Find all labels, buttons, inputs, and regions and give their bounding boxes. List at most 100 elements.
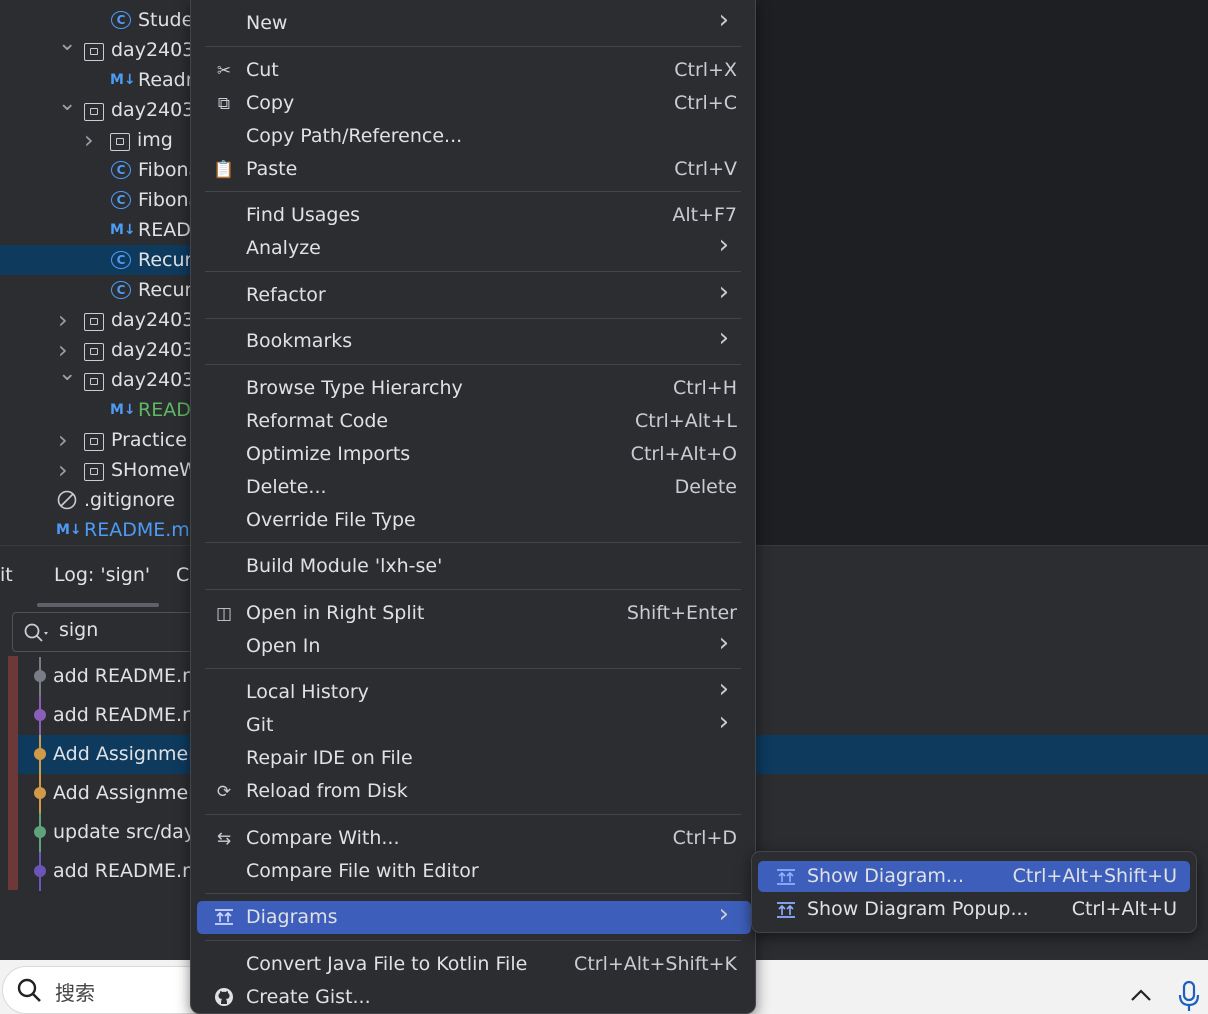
menu-separator — [205, 191, 741, 192]
menu-item-show-diagram[interactable]: Show Diagram... Ctrl+Alt+Shift+U — [758, 861, 1190, 892]
menu-item-optimize-imports[interactable]: Optimize Imports Ctrl+Alt+O — [197, 438, 751, 471]
tree-item[interactable]: M↓ READ — [0, 395, 200, 425]
menu-item-shortcut: Shift+Enter — [626, 602, 737, 624]
tree-item[interactable]: C Recur — [0, 245, 200, 275]
menu-item-diagrams[interactable]: Diagrams › — [197, 899, 751, 934]
commit-message: add README.m — [53, 860, 201, 882]
menu-item-label: Copy — [246, 92, 295, 114]
chevron-right-icon[interactable]: › — [58, 305, 72, 335]
menu-item-cut[interactable]: ✂ Cut Ctrl+X — [197, 54, 751, 87]
tree-item[interactable]: › day2403 — [0, 305, 200, 335]
menu-item-label: Diagrams — [246, 906, 338, 928]
tree-item[interactable]: M↓ Readr — [0, 65, 200, 95]
menu-item-reformat-code[interactable]: Reformat Code Ctrl+Alt+L — [197, 405, 751, 438]
menu-item-reload-from-disk[interactable]: ⟳ Reload from Disk — [197, 775, 751, 808]
menu-item-local-history[interactable]: Local History › — [197, 674, 751, 709]
menu-separator — [205, 893, 741, 894]
compare-icon: ⇆ — [216, 829, 232, 849]
submenu-item-shortcut: Ctrl+Alt+Shift+U — [1012, 865, 1177, 887]
folder-icon — [84, 103, 104, 121]
menu-item-build-module-lxh-se[interactable]: Build Module 'lxh-se' — [197, 550, 751, 583]
menu-item-open-in[interactable]: Open In › — [197, 628, 751, 663]
tab-git[interactable]: it — [0, 564, 13, 586]
menu-item-browse-type-hierarchy[interactable]: Browse Type Hierarchy Ctrl+H — [197, 372, 751, 405]
tree-item[interactable]: C Fibona — [0, 185, 200, 215]
menu-item-bookmarks[interactable]: Bookmarks › — [197, 323, 751, 358]
menu-item-shortcut: Ctrl+D — [672, 827, 737, 849]
chevron-right-icon[interactable]: › — [58, 455, 72, 485]
menu-item-label: Convert Java File to Kotlin File — [246, 953, 528, 975]
menu-item-shortcut: Ctrl+V — [674, 158, 737, 180]
copy-icon: ⧉ — [217, 94, 231, 114]
tab-log-sign[interactable]: Log: 'sign' — [54, 564, 150, 586]
reload-icon: ⟳ — [216, 782, 232, 802]
menu-item-override-file-type[interactable]: Override File Type — [197, 504, 751, 537]
chevron-right-icon[interactable]: › — [84, 125, 98, 155]
menu-item-git[interactable]: Git › — [197, 707, 751, 742]
diagram-icon — [776, 866, 798, 888]
commit-message: Add Assignmer — [53, 782, 197, 804]
menu-item-open-in-right-split[interactable]: ◫ Open in Right Split Shift+Enter — [197, 597, 751, 630]
tree-item[interactable]: C Recur — [0, 275, 200, 305]
menu-item-show-diagram-popup[interactable]: Show Diagram Popup... Ctrl+Alt+U — [758, 894, 1190, 925]
menu-item-shortcut: Ctrl+H — [672, 377, 737, 399]
menu-item-compare-file-with-editor[interactable]: Compare File with Editor — [197, 855, 751, 888]
tree-item[interactable]: ⌄ day2403 — [0, 31, 200, 65]
commit-message: add README.m — [53, 704, 201, 726]
log-search-field[interactable]: sign — [12, 612, 202, 652]
menu-item-label: Optimize Imports — [246, 443, 411, 465]
chevron-down-icon[interactable]: ⌄ — [58, 89, 76, 119]
menu-item-shortcut: Ctrl+Alt+Shift+K — [574, 953, 737, 975]
menu-item-shortcut: Ctrl+Alt+O — [630, 443, 737, 465]
tree-item[interactable]: › Practice — [0, 425, 200, 455]
menu-item-convert-java-file-to-kotlin-file[interactable]: Convert Java File to Kotlin File Ctrl+Alt… — [197, 948, 751, 981]
commit-message: update src/day — [53, 821, 196, 843]
submenu-item-shortcut: Ctrl+Alt+U — [1071, 898, 1177, 920]
menu-item-refactor[interactable]: Refactor › — [197, 277, 751, 312]
tree-item[interactable]: M↓ READ — [0, 215, 200, 245]
microphone-icon[interactable] — [1178, 980, 1200, 1012]
chevron-down-icon[interactable]: ⌄ — [58, 359, 76, 389]
tree-item[interactable]: › day2403 — [0, 335, 200, 365]
tree-item-label: img — [137, 129, 173, 151]
menu-item-copy[interactable]: ⧉ Copy Ctrl+C — [197, 87, 751, 120]
tab-c[interactable]: C — [176, 564, 189, 586]
menu-item-compare-with[interactable]: ⇆ Compare With... Ctrl+D — [197, 822, 751, 855]
menu-item-find-usages[interactable]: Find Usages Alt+F7 — [197, 199, 751, 232]
ignore-file-icon — [57, 489, 77, 510]
menu-item-create-gist[interactable]: Create Gist... — [197, 981, 751, 1014]
menu-item-analyze[interactable]: Analyze › — [197, 230, 751, 265]
chevron-down-icon[interactable]: ⌄ — [58, 29, 76, 59]
tree-item-label: SHomeW — [111, 459, 198, 481]
tree-item[interactable]: .gitignore — [0, 485, 200, 515]
markdown-icon: M↓ — [110, 72, 136, 88]
tree-item[interactable]: › img — [0, 125, 200, 155]
tree-item[interactable]: C Stude — [0, 5, 200, 35]
menu-item-new[interactable]: New › — [197, 5, 751, 40]
menu-item-label: Open in Right Split — [246, 602, 425, 624]
chevron-right-icon[interactable]: › — [58, 425, 72, 455]
submenu-item-label: Show Diagram... — [807, 865, 965, 887]
commit-dot-icon — [34, 748, 46, 760]
tree-item-label: day2403 — [111, 309, 195, 331]
menu-item-paste[interactable]: 📋 Paste Ctrl+V — [197, 153, 751, 186]
tree-item[interactable]: M↓ README.md — [0, 515, 200, 545]
menu-item-delete[interactable]: Delete... Delete — [197, 471, 751, 504]
menu-item-label: Compare With... — [246, 827, 400, 849]
folder-icon — [84, 343, 104, 361]
tree-item[interactable]: ⌄ day2403 — [0, 361, 200, 395]
menu-separator — [205, 589, 741, 590]
menu-item-repair-ide-on-file[interactable]: Repair IDE on File — [197, 742, 751, 775]
tree-item-label: Stude — [138, 9, 194, 31]
menu-item-label: Analyze — [246, 237, 321, 259]
tree-item[interactable]: ⌄ day2403 — [0, 91, 200, 125]
tree-item[interactable]: C Fibona — [0, 155, 200, 185]
menu-item-copy-path-reference[interactable]: Copy Path/Reference... — [197, 120, 751, 153]
tree-item[interactable]: › SHomeW — [0, 455, 200, 485]
tree-item-label: day2403 — [111, 339, 195, 361]
menu-item-label: Copy Path/Reference... — [246, 125, 463, 147]
chevron-right-icon: › — [718, 323, 729, 353]
menu-separator — [205, 940, 741, 941]
menu-item-label: Refactor — [246, 284, 326, 306]
chevron-up-icon[interactable] — [1130, 988, 1152, 1002]
